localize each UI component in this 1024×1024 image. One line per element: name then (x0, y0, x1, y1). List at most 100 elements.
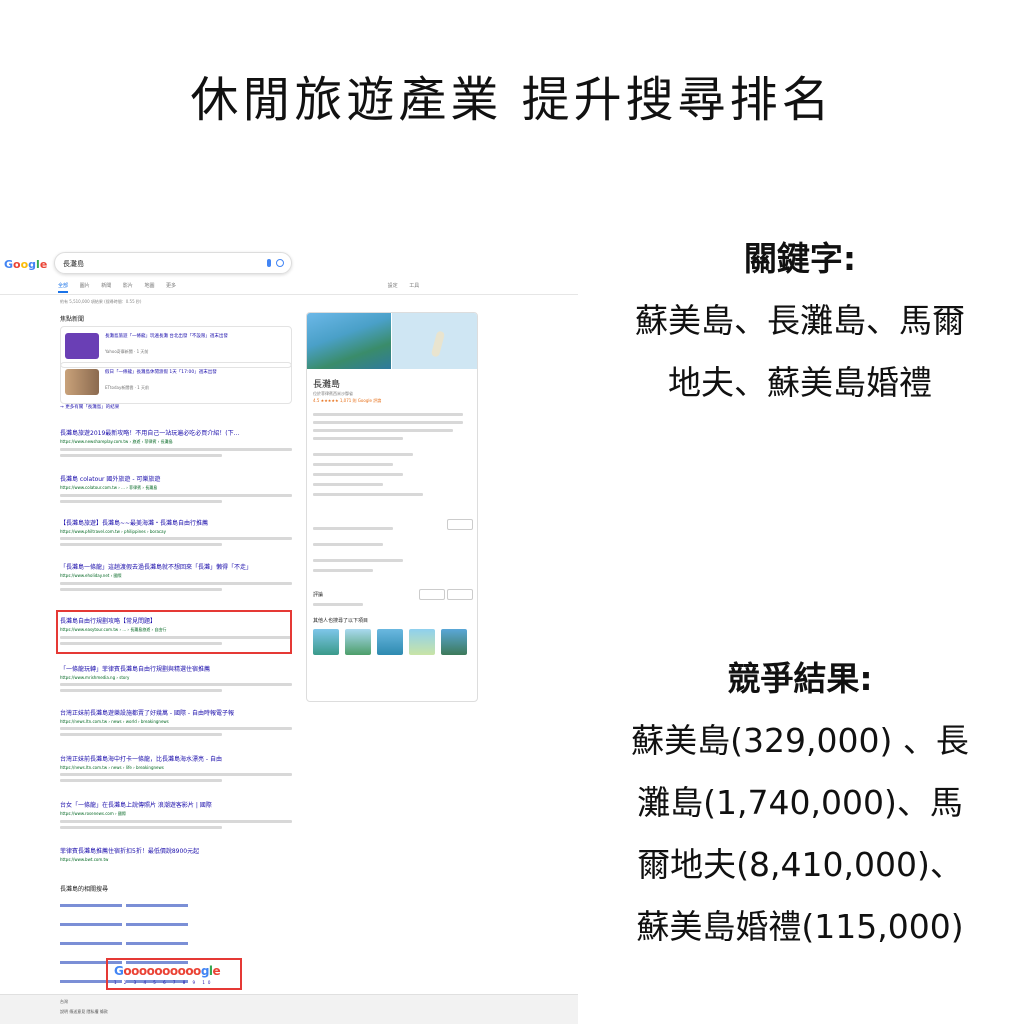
tab-news[interactable]: 新聞 (101, 283, 111, 289)
related-place-thumb[interactable] (345, 629, 371, 655)
result-title[interactable]: 長灘島旅遊2019最新攻略！不用自己一站玩遍必吃必買介紹！(下... (60, 428, 292, 437)
kp-title: 長灘島 (313, 380, 341, 390)
kp-button[interactable] (419, 589, 445, 600)
result-snippet (60, 543, 223, 546)
result-snippet (60, 683, 292, 686)
result-title[interactable]: 台女「一條龍」在長灘島上說傳照片 浪潮遊客影片 | 國際 (60, 800, 292, 809)
result-url: https://www.rosenews.com › 國際 (60, 811, 126, 816)
kp-text-line (313, 463, 393, 466)
result-title[interactable]: 【長灘島旅遊】長灘島~~最美海灘・長灘島自由行推薦 (60, 518, 292, 527)
search-result[interactable]: 「長灘島一條龍」這趟渡假去過長灘島就不想回來「長灘」懶得「不走」 https:/… (60, 562, 292, 591)
result-snippet (60, 773, 292, 776)
kp-text-line (313, 413, 463, 416)
kp-button[interactable] (447, 519, 473, 530)
result-snippet (60, 727, 292, 730)
beach-photo[interactable] (307, 313, 391, 369)
result-title[interactable]: 台灣正妹前長灘島海中打卡一條龍，比長灘島海水漂亮 - 自由 (60, 754, 292, 763)
result-url: https://news.ltn.com.tw › news › life › … (60, 765, 164, 770)
result-title[interactable]: 「長灘島一條龍」這趟渡假去過長灘島就不想回來「長灘」懶得「不走」 (60, 562, 292, 571)
result-url: https://www.mrishmedia.ng › story (60, 675, 130, 680)
result-title[interactable]: 台灣正妹前長灘島遊樂設施都賣了好幾萬 - 國際 - 自由時報電子報 (60, 708, 292, 717)
related-link[interactable] (126, 923, 188, 926)
competition-line: 蘇美島婚禮(115,000) (636, 907, 964, 946)
tab-tools[interactable]: 工具 (409, 283, 419, 289)
kp-thumbnails (313, 629, 473, 659)
kp-text-line (313, 453, 413, 456)
search-result[interactable]: 菲律賓長灘島推薦住宿折扣5折！最低價說8900元起 https://www.bw… (60, 846, 292, 862)
knowledge-panel: 長灘島 位於菲律賓西米沙鄢省 4.5 ★★★★★ 1,071 則 Google … (306, 312, 478, 702)
search-input[interactable]: 長灘島 (54, 252, 292, 274)
related-link[interactable] (126, 942, 188, 945)
related-link[interactable] (126, 904, 188, 907)
result-snippet (60, 779, 223, 782)
competition-label: 競爭結果: (727, 659, 873, 698)
search-result[interactable]: 【長灘島旅遊】長灘島~~最美海灘・長灘島自由行推薦 https://www.ph… (60, 518, 292, 546)
mic-icon[interactable] (267, 259, 271, 267)
keywords-section: 關鍵字: 蘇美島、長灘島、馬爾 地夫、蘇美島婚禮 (580, 228, 1020, 414)
related-link[interactable] (60, 904, 122, 907)
result-title[interactable]: 「一條龍玩轉」菲律賓長灘島自由行規劃與精選住宿推薦 (60, 664, 292, 673)
tab-more[interactable]: 更多 (166, 283, 176, 289)
kp-text-line (313, 473, 403, 476)
search-icon[interactable] (276, 259, 284, 267)
result-snippet (60, 448, 292, 451)
tab-maps[interactable]: 地圖 (144, 283, 154, 289)
search-result[interactable]: 長灘島 colatour 國外旅遊 - 可樂旅遊 https://www.col… (60, 474, 292, 503)
result-title[interactable]: 長灘島 colatour 國外旅遊 - 可樂旅遊 (60, 474, 292, 483)
search-result[interactable]: 台灣正妹前長灘島海中打卡一條龍，比長灘島海水漂亮 - 自由 https://ne… (60, 754, 292, 782)
result-snippet (60, 820, 292, 823)
search-result[interactable]: 台灣正妹前長灘島遊樂設施都賣了好幾萬 - 國際 - 自由時報電子報 https:… (60, 708, 292, 736)
search-result[interactable]: 長灘島旅遊2019最新攻略！不用自己一站玩遍必吃必買介紹！(下... https… (60, 428, 292, 457)
result-snippet (60, 537, 292, 540)
competition-line: 灘島(1,740,000)、馬 (637, 783, 963, 822)
news-header: 焦點新聞 (60, 316, 85, 323)
keywords-label: 關鍵字: (743, 239, 857, 278)
result-snippet (60, 494, 292, 497)
result-stats: 約有 5,510,000 項結果 (搜尋時間：0.55 秒) (60, 299, 142, 304)
kp-people-also: 其他人也搜尋了以下項目 (313, 618, 369, 624)
result-url: https://www.colatour.com.tw › ... › 菲律賓 … (60, 485, 158, 490)
tab-settings[interactable]: 設定 (388, 283, 398, 289)
kp-text-line (313, 483, 383, 486)
news-title: 長灘島旅遊「一條龍」玩遍長灘 台北出發「不設限」週末出發 (105, 334, 228, 339)
result-url: https://www.newshareplay.com.tw › 旅遊 › 菲… (60, 439, 173, 444)
result-snippet (60, 689, 223, 692)
news-thumbnail (65, 369, 99, 395)
related-place-thumb[interactable] (313, 629, 339, 655)
search-results-screenshot: Google 長灘島 全部 圖片 新聞 影片 地圖 更多 設定 工具 約有 5,… (0, 244, 578, 1024)
result-title[interactable]: 菲律賓長灘島推薦住宿折扣5折！最低價說8900元起 (60, 846, 292, 855)
footer-links[interactable]: 說明 傳送意見 隱私權 條款 (0, 1005, 578, 1015)
page-numbers[interactable]: 1 2 3 4 5 6 7 8 9 10 (114, 980, 213, 985)
search-result[interactable]: 「一條龍玩轉」菲律賓長灘島自由行規劃與精選住宿推薦 https://www.mr… (60, 664, 292, 692)
kp-text-line (313, 543, 383, 546)
kp-text-line (313, 437, 403, 440)
related-place-thumb[interactable] (377, 629, 403, 655)
footer-region: 台灣 (60, 999, 68, 1004)
result-url: https://news.ltn.com.tw › news › world ›… (60, 719, 169, 724)
more-news-link[interactable]: → 更多有關「長灘島」的結果 (60, 404, 119, 410)
related-place-thumb[interactable] (441, 629, 467, 655)
tab-videos[interactable]: 影片 (123, 283, 133, 289)
related-link[interactable] (60, 942, 122, 945)
related-link[interactable] (60, 923, 122, 926)
result-url: https://www.philtravel.com.tw › philippi… (60, 529, 166, 534)
result-snippet (60, 588, 223, 591)
news-card[interactable]: 假日「一條龍」長灘島休閒渡假 1天「17:00」週末出發 ETtoday新聞雲 … (60, 362, 292, 404)
search-result[interactable]: 台女「一條龍」在長灘島上說傳照片 浪潮遊客影片 | 國際 https://www… (60, 800, 292, 829)
result-snippet (60, 826, 223, 829)
kp-reviews-header: 評論 (313, 592, 324, 598)
related-place-thumb[interactable] (409, 629, 435, 655)
kp-text-line (313, 559, 403, 562)
kp-rating[interactable]: 4.5 ★★★★★ 1,071 則 Google 評論 (313, 398, 381, 404)
related-searches-header: 長灘島的相關搜尋 (60, 886, 109, 893)
search-tabs: 全部 圖片 新聞 影片 地圖 更多 設定 工具 (58, 282, 578, 294)
news-title: 假日「一條龍」長灘島休閒渡假 1天「17:00」週末出發 (105, 370, 217, 375)
map-thumbnail[interactable] (392, 313, 477, 369)
result-url: https://www.eholiday.net › 國際 (60, 573, 122, 578)
tab-images[interactable]: 圖片 (80, 283, 90, 289)
kp-button[interactable] (447, 589, 473, 600)
search-query: 長灘島 (63, 260, 84, 268)
tab-all[interactable]: 全部 (58, 283, 69, 293)
google-logo[interactable]: Google (4, 258, 47, 271)
result-snippet (60, 500, 223, 503)
